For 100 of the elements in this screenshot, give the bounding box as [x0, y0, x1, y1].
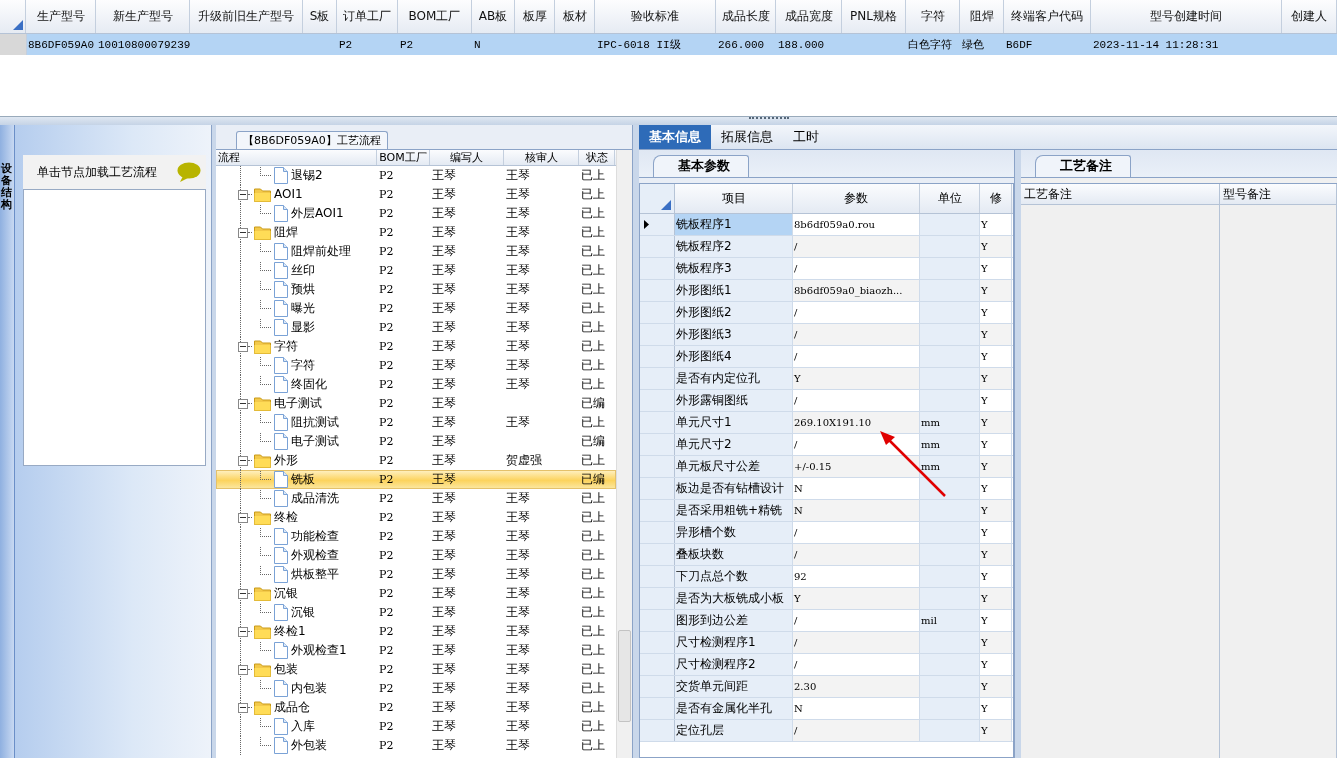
tree-row[interactable]: 退锡2 P2 王琴 王琴 已上: [216, 166, 616, 185]
column-header[interactable]: 创建人: [1282, 0, 1337, 33]
splitter-bar[interactable]: [211, 125, 216, 758]
table-cell-text: 王琴: [505, 376, 531, 393]
tree-label: 沉银: [274, 585, 298, 602]
tree-row[interactable]: 字符 P2 王琴 王琴 已上: [216, 356, 616, 375]
collapse-icon[interactable]: [238, 227, 248, 238]
tree-row[interactable]: 外观检查 P2 王琴 王琴 已上: [216, 546, 616, 565]
column-header[interactable]: BOM工厂: [377, 150, 430, 165]
tree-row[interactable]: 沉银 P2 王琴 王琴 已上: [216, 603, 616, 622]
splitter-bar[interactable]: [1014, 150, 1021, 758]
column-header[interactable]: 成品长度: [716, 0, 776, 33]
tab[interactable]: 基本参数: [653, 155, 749, 177]
column-header[interactable]: 型号备注: [1220, 184, 1336, 205]
column-header[interactable]: 流程: [216, 150, 377, 165]
column-header[interactable]: 编写人: [430, 150, 504, 165]
tree-row[interactable]: 曝光 P2 王琴 王琴 已上: [216, 299, 616, 318]
tree-row[interactable]: 成品仓 P2 王琴 王琴 已上: [216, 698, 616, 717]
tab[interactable]: 基本信息: [639, 125, 711, 149]
tree-row[interactable]: 阻焊 P2 王琴 王琴 已上: [216, 223, 616, 242]
tree-row[interactable]: 阻抗测试 P2 王琴 王琴 已上: [216, 413, 616, 432]
column-header[interactable]: 单位: [920, 184, 980, 213]
document-icon: [274, 528, 288, 545]
table-cell-text: P2: [378, 225, 395, 241]
table-cell-text: 王琴: [505, 661, 531, 678]
table-cell-text: P2: [378, 510, 395, 526]
tree-row[interactable]: 终检1 P2 王琴 王琴 已上: [216, 622, 616, 641]
collapse-icon[interactable]: [238, 398, 248, 409]
tree-row[interactable]: 沉银 P2 王琴 王琴 已上: [216, 584, 616, 603]
tab[interactable]: 拓展信息: [711, 125, 783, 149]
tree-row[interactable]: 铣板 P2 王琴 已编: [216, 470, 616, 489]
column-header[interactable]: 订单工厂: [337, 0, 398, 33]
folder-icon: [254, 225, 271, 240]
collapse-icon[interactable]: [238, 702, 248, 713]
tree-row[interactable]: 终检 P2 王琴 王琴 已上: [216, 508, 616, 527]
table-cell-text: 王琴: [431, 604, 457, 621]
folder-icon: [254, 187, 271, 202]
collapse-icon[interactable]: [238, 189, 248, 200]
table-cell-text: 王琴: [431, 661, 457, 678]
row-header[interactable]: [640, 214, 675, 235]
tree-row[interactable]: 烘板整平 P2 王琴 王琴 已上: [216, 565, 616, 584]
column-header[interactable]: S板: [303, 0, 337, 33]
table-cell-text: 已上: [580, 243, 606, 260]
column-header[interactable]: 新生产型号: [96, 0, 190, 33]
tree-row[interactable]: 显影 P2 王琴 王琴 已上: [216, 318, 616, 337]
collapse-icon[interactable]: [238, 664, 248, 675]
tree-row[interactable]: 阻焊前处理 P2 王琴 王琴 已上: [216, 242, 616, 261]
tree-row[interactable]: 外层AOI1 P2 王琴 王琴 已上: [216, 204, 616, 223]
column-header[interactable]: 字符: [906, 0, 960, 33]
tree-row[interactable]: 包装 P2 王琴 王琴 已上: [216, 660, 616, 679]
column-header[interactable]: PNL规格: [842, 0, 906, 33]
column-header[interactable]: 成品宽度: [776, 0, 842, 33]
collapse-icon[interactable]: [238, 512, 248, 523]
tab[interactable]: 工时: [783, 125, 829, 149]
table-cell-text: 王琴: [431, 414, 457, 431]
column-header[interactable]: BOM工厂: [398, 0, 472, 33]
tree-row[interactable]: 入库 P2 王琴 王琴 已上: [216, 717, 616, 736]
table-cell-text: 王琴: [505, 338, 531, 355]
column-header[interactable]: 升级前旧生产型号: [190, 0, 303, 33]
collapse-icon[interactable]: [238, 588, 248, 599]
scroll-thumb[interactable]: [618, 630, 631, 722]
column-header[interactable]: 生产型号: [26, 0, 96, 33]
tree-row[interactable]: AOI1 P2 王琴 王琴 已上: [216, 185, 616, 204]
collapse-icon[interactable]: [238, 341, 248, 352]
column-header[interactable]: 工艺备注: [1021, 184, 1219, 205]
column-header[interactable]: 项目: [675, 184, 793, 213]
document-icon: [274, 376, 288, 393]
tree-row[interactable]: 丝印 P2 王琴 王琴 已上: [216, 261, 616, 280]
tree-row[interactable]: 内包装 P2 王琴 王琴 已上: [216, 679, 616, 698]
column-header[interactable]: 参数: [793, 184, 920, 213]
column-header[interactable]: 修: [980, 184, 1012, 213]
table-cell-text: 已上: [580, 376, 606, 393]
column-header[interactable]: 型号创建时间: [1091, 0, 1282, 33]
tree-row[interactable]: 字符 P2 王琴 王琴 已上: [216, 337, 616, 356]
tree-row[interactable]: 电子测试 P2 王琴 已编: [216, 432, 616, 451]
tree-row[interactable]: 终固化 P2 王琴 王琴 已上: [216, 375, 616, 394]
collapse-icon[interactable]: [238, 626, 248, 637]
column-header[interactable]: 验收标准: [595, 0, 716, 33]
column-header[interactable]: 终端客户代码: [1004, 0, 1091, 33]
scrollbar[interactable]: [616, 150, 632, 758]
column-header[interactable]: 板厚: [515, 0, 555, 33]
table-cell: /: [793, 236, 920, 257]
table-cell: 板边是否有钻槽设计: [675, 478, 793, 499]
tree-row[interactable]: 外包装 P2 王琴 王琴 已上: [216, 736, 616, 755]
column-header[interactable]: AB板: [472, 0, 515, 33]
tree-label: 入库: [291, 718, 315, 735]
column-header[interactable]: 核审人: [504, 150, 579, 165]
column-header[interactable]: 板材: [555, 0, 595, 33]
column-header[interactable]: 阻焊: [960, 0, 1004, 33]
column-header[interactable]: 状态: [579, 150, 615, 165]
tree-row[interactable]: 电子测试 P2 王琴 已编: [216, 394, 616, 413]
tree-row[interactable]: 预烘 P2 王琴 王琴 已上: [216, 280, 616, 299]
collapse-icon[interactable]: [238, 455, 248, 466]
tree-row[interactable]: 外形 P2 王琴 贺虚强 已上: [216, 451, 616, 470]
side-tab[interactable]: 设备结构: [0, 125, 15, 758]
tree-row[interactable]: 成品清洗 P2 王琴 王琴 已上: [216, 489, 616, 508]
tab[interactable]: 工艺备注: [1035, 155, 1131, 177]
tree-row[interactable]: 功能检查 P2 王琴 王琴 已上: [216, 527, 616, 546]
tree-row[interactable]: 外观检查1 P2 王琴 王琴 已上: [216, 641, 616, 660]
folder-icon: [254, 662, 271, 677]
